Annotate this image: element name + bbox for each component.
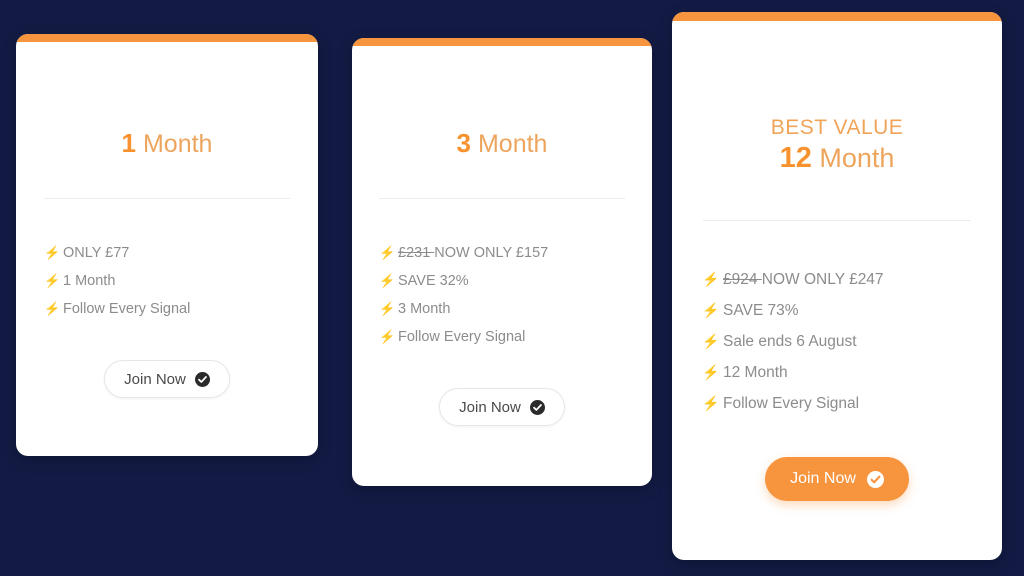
feature-item: ⚡ Sale ends 6 August (702, 333, 972, 351)
plan-title: 1 Month (44, 128, 290, 159)
best-value-badge: BEST VALUE (770, 116, 904, 139)
bolt-icon: ⚡ (379, 245, 396, 260)
feature-item: ⚡ Follow Every Signal (702, 395, 972, 413)
cta-row: Join Now (44, 360, 290, 398)
bolt-icon: ⚡ (44, 301, 61, 316)
feature-label: Follow Every Signal (723, 395, 860, 412)
cta-row: Join Now (702, 457, 972, 501)
feature-old-price: £924 (723, 271, 762, 288)
feature-list: ⚡ ONLY £77 ⚡ 1 Month ⚡ Follow Every Sign… (44, 245, 290, 329)
feature-label: 3 Month (398, 301, 451, 317)
card-divider (379, 198, 625, 199)
feature-item: ⚡ 3 Month (379, 301, 625, 317)
feature-label: NOW ONLY £247 (761, 271, 884, 288)
join-now-button[interactable]: Join Now (765, 457, 909, 501)
bolt-icon: ⚡ (44, 245, 61, 260)
feature-old-price: £231 (398, 245, 435, 261)
join-now-label: Join Now (790, 470, 856, 487)
feature-list: ⚡ £231 NOW ONLY £157 ⚡ SAVE 32% ⚡ 3 Mont… (379, 245, 625, 357)
pricing-card-12-month[interactable]: BEST VALUE 12 Month ⚡ £924 NOW ONLY £247… (672, 12, 1002, 560)
bolt-icon: ⚡ (379, 301, 396, 316)
feature-label: SAVE 73% (723, 302, 799, 319)
join-now-button[interactable]: Join Now (439, 388, 565, 426)
feature-text: Follow Every Signal (723, 395, 859, 413)
bolt-icon: ⚡ (379, 273, 396, 288)
plan-duration-unit: Month (471, 130, 548, 158)
feature-item: ⚡ 1 Month (44, 273, 290, 289)
bolt-icon: ⚡ (702, 302, 720, 318)
feature-text: £231 NOW ONLY £157 (398, 245, 548, 261)
feature-text: 12 Month (723, 364, 788, 382)
feature-text: ONLY £77 (63, 245, 129, 261)
feature-label: Sale ends 6 August (723, 333, 857, 350)
card-accent-bar (16, 34, 318, 42)
card-accent-bar (352, 38, 652, 46)
pricing-card-1-month[interactable]: 1 Month ⚡ ONLY £77 ⚡ 1 Month ⚡ Follow Ev… (16, 34, 318, 456)
feature-text: 3 Month (398, 301, 450, 317)
feature-text: SAVE 73% (723, 302, 799, 320)
plan-title: 12 Month (702, 142, 972, 183)
feature-text: Follow Every Signal (63, 301, 190, 317)
check-circle-icon (194, 371, 210, 387)
card-accent-bar (672, 12, 1002, 21)
plan-duration-unit: Month (136, 130, 213, 158)
feature-item: ⚡ £231 NOW ONLY £157 (379, 245, 625, 261)
card-heading: 1 Month (44, 128, 290, 159)
feature-label: 12 Month (723, 364, 788, 381)
feature-text: SAVE 32% (398, 273, 469, 289)
feature-text: 1 Month (63, 273, 115, 289)
plan-duration-number: 3 (456, 128, 472, 158)
bolt-icon: ⚡ (702, 364, 720, 380)
feature-item: ⚡ SAVE 32% (379, 273, 625, 289)
plan-duration-number: 12 (779, 142, 812, 174)
feature-text: Follow Every Signal (398, 329, 525, 345)
card-divider (703, 220, 971, 221)
check-circle-icon (529, 399, 545, 415)
card-body: BEST VALUE 12 Month ⚡ £924 NOW ONLY £247… (672, 21, 1002, 560)
bolt-icon: ⚡ (702, 395, 720, 411)
card-divider (44, 198, 290, 199)
feature-item: ⚡ 12 Month (702, 364, 972, 382)
feature-text: Sale ends 6 August (723, 333, 857, 351)
join-now-button[interactable]: Join Now (104, 360, 230, 398)
feature-label: 1 Month (63, 273, 116, 289)
feature-item: ⚡ Follow Every Signal (379, 329, 625, 345)
plan-title: 3 Month (379, 128, 625, 159)
feature-item: ⚡ ONLY £77 (44, 245, 290, 261)
feature-label: Follow Every Signal (398, 329, 526, 345)
feature-label: NOW ONLY £157 (434, 245, 549, 261)
plan-duration-number: 1 (121, 128, 137, 158)
check-circle-icon (866, 470, 884, 488)
bolt-icon: ⚡ (44, 273, 61, 288)
cta-row: Join Now (379, 388, 625, 426)
feature-item: ⚡ Follow Every Signal (44, 301, 290, 317)
join-now-label: Join Now (124, 370, 186, 388)
card-body: 1 Month ⚡ ONLY £77 ⚡ 1 Month ⚡ Follow Ev… (16, 42, 318, 456)
card-heading: BEST VALUE 12 Month (702, 114, 972, 183)
card-heading: 3 Month (379, 128, 625, 159)
feature-item: ⚡ SAVE 73% (702, 302, 972, 320)
feature-text: £924 NOW ONLY £247 (723, 271, 884, 289)
feature-label: SAVE 32% (398, 273, 469, 289)
feature-item: ⚡ £924 NOW ONLY £247 (702, 271, 972, 289)
bolt-icon: ⚡ (702, 333, 720, 349)
bolt-icon: ⚡ (702, 271, 720, 287)
feature-list: ⚡ £924 NOW ONLY £247 ⚡ SAVE 73% ⚡ Sale e… (702, 271, 972, 426)
feature-label: Follow Every Signal (63, 301, 191, 317)
pricing-plans-screen: 1 Month ⚡ ONLY £77 ⚡ 1 Month ⚡ Follow Ev… (0, 0, 1024, 576)
pricing-card-3-month[interactable]: 3 Month ⚡ £231 NOW ONLY £157 ⚡ SAVE 32% … (352, 38, 652, 486)
card-body: 3 Month ⚡ £231 NOW ONLY £157 ⚡ SAVE 32% … (352, 46, 652, 486)
join-now-label: Join Now (459, 398, 521, 416)
feature-label: ONLY £77 (63, 245, 130, 261)
plan-duration-unit: Month (811, 143, 895, 173)
bolt-icon: ⚡ (379, 329, 396, 344)
